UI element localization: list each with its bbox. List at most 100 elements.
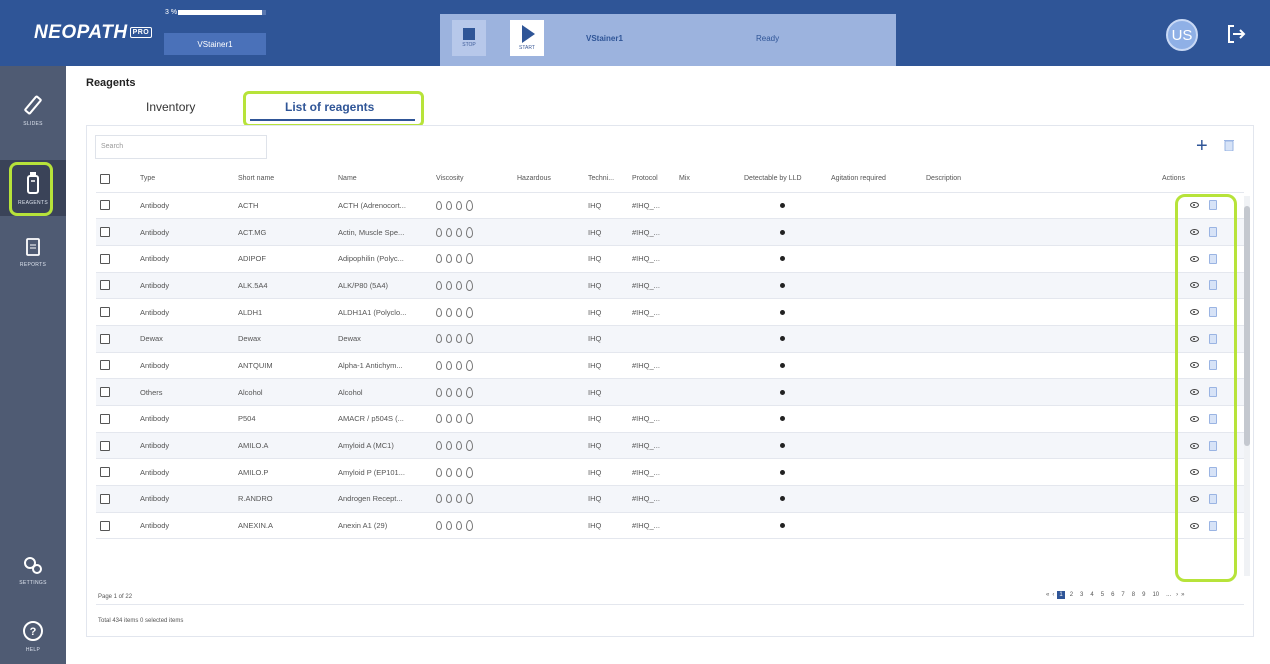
row-checkbox[interactable] [100,387,110,398]
page-number[interactable]: 3 [1078,591,1085,599]
row-select-cell[interactable] [96,432,136,460]
viscosity-cell [432,298,513,326]
row-checkbox[interactable] [100,413,110,424]
page-number[interactable]: 5 [1099,591,1106,599]
sidebar-item-help[interactable]: ? HELP [0,608,66,664]
next-page-button[interactable]: › [1176,592,1178,598]
drop-icon [436,521,442,531]
row-checkbox[interactable] [100,520,110,531]
row-checkbox[interactable] [100,467,110,478]
row-select-cell[interactable] [96,298,136,326]
table-row[interactable]: Antibody P504 AMACR / p504S (... IHQ #IHQ_..… [96,405,1244,433]
table-row[interactable]: Antibody ALDH1 ALDH1A1 (Polyclo... IHQ #IHQ_… [96,298,1244,326]
page-number[interactable]: 7 [1119,591,1126,599]
column-header[interactable]: Hazardous [513,166,584,193]
select-all-checkbox[interactable] [100,173,110,184]
footer-divider [96,604,1244,605]
add-reagent-button[interactable]: + [1196,136,1208,156]
row-select-cell[interactable] [96,352,136,380]
column-header[interactable]: Agitation required [827,166,922,193]
sidebar-item-slides[interactable]: SLIDES [0,82,66,138]
page-number[interactable]: 10 [1150,591,1161,599]
row-checkbox[interactable] [100,200,110,211]
table-row[interactable]: Antibody AMILO.P Amyloid P (EP101... IHQ #IH… [96,458,1244,487]
row-checkbox[interactable] [100,360,110,371]
table-row[interactable]: Antibody R.ANDRO Androgen Recept... IHQ #IHQ… [96,485,1244,513]
drop-icon [436,227,442,237]
name-cell: AMACR / p504S (... [334,405,432,433]
logout-icon[interactable] [1224,22,1248,46]
short-name-cell: R.ANDRO [234,485,334,513]
page-number[interactable]: 4 [1088,591,1095,599]
row-checkbox[interactable] [100,280,110,291]
row-select-cell[interactable] [96,272,136,300]
row-select-cell[interactable] [96,218,136,246]
page-number[interactable]: 6 [1109,591,1116,599]
table-row[interactable]: Dewax Dewax Dewax IHQ [96,325,1244,353]
delete-selected-icon[interactable] [1224,139,1234,151]
table-scrollbar[interactable] [1244,196,1250,576]
page-number[interactable]: 1 [1057,591,1065,599]
table-row[interactable]: Others Alcohol Alcohol IHQ [96,378,1244,406]
table-row[interactable]: Antibody AMILO.A Amyloid A (MC1) IHQ #IHQ_..… [96,432,1244,460]
row-checkbox[interactable] [100,307,110,318]
row-checkbox[interactable] [100,333,110,344]
table-row[interactable]: Antibody ALK.5A4 ALK/P80 (5A4) IHQ #IHQ_... [96,272,1244,300]
row-select-cell[interactable] [96,378,136,406]
column-header[interactable]: Type [136,166,234,193]
drop-icon [466,466,473,478]
row-checkbox[interactable] [100,440,110,451]
column-header[interactable]: Short name [234,166,334,193]
row-select-cell[interactable] [96,245,136,273]
last-page-button[interactable]: » [1181,592,1184,598]
first-page-button[interactable]: « [1046,592,1049,598]
stainer-tab[interactable]: VStainer1 [164,33,266,55]
table-row[interactable]: Antibody ANEXIN.A Anexin A1 (29) IHQ #IHQ_..… [96,512,1244,540]
stop-button[interactable]: STOP [452,20,486,56]
row-select-cell[interactable] [96,485,136,513]
technique-cell: IHQ [584,352,628,380]
lld-cell [740,298,827,326]
row-checkbox[interactable] [100,493,110,504]
mix-cell [675,245,740,273]
table-row[interactable]: Antibody ACT.MG Actin, Muscle Spe... IHQ #IH… [96,218,1244,246]
technique-cell: IHQ [584,192,628,220]
column-header[interactable]: Name [334,166,432,193]
drop-icon [446,414,452,424]
row-select-cell[interactable] [96,512,136,540]
page-title: Reagents [86,77,136,89]
scrollbar-thumb[interactable] [1244,206,1250,446]
column-header[interactable]: Viscosity [432,166,513,193]
column-header[interactable]: Protocol [628,166,675,193]
search-input[interactable]: Search [95,135,267,159]
table-row[interactable]: Antibody ADIPOF Adipophilin (Polyc... IHQ #I… [96,245,1244,273]
agitation-cell [827,485,922,513]
row-select-cell[interactable] [96,325,136,353]
row-select-cell[interactable] [96,458,136,487]
page-number[interactable]: 9 [1140,591,1147,599]
page-number[interactable]: 8 [1130,591,1137,599]
technique-cell: IHQ [584,378,628,406]
column-header[interactable]: Description [922,166,1162,193]
tab-inventory[interactable]: Inventory [146,100,195,114]
short-name-cell: AMILO.A [234,432,334,460]
name-cell: Dewax [334,325,432,353]
row-select-cell[interactable] [96,405,136,433]
row-select-cell[interactable] [96,192,136,220]
prev-page-button[interactable]: ‹ [1052,592,1054,598]
detectable-dot-icon [780,309,785,315]
user-avatar[interactable]: US [1166,19,1198,51]
table-row[interactable]: Antibody ANTQUIM Alpha-1 Antichym... IHQ #IH… [96,352,1244,380]
row-checkbox[interactable] [100,227,110,238]
column-header[interactable]: Mix [675,166,740,193]
sidebar-item-settings[interactable]: SETTINGS [0,542,66,598]
sidebar-item-reports[interactable]: REPORTS [0,224,66,280]
column-header[interactable]: Techni... [584,166,628,193]
page-number[interactable]: 2 [1068,591,1075,599]
select-all-cell[interactable] [96,166,136,193]
column-header[interactable]: Detectable by LLD [740,166,827,193]
page-number[interactable]: ... [1164,591,1173,599]
row-checkbox[interactable] [100,253,110,264]
table-row[interactable]: Antibody ACTH ACTH (Adrenocort... IHQ #IHQ_.… [96,192,1244,220]
start-button[interactable]: START [510,20,544,56]
